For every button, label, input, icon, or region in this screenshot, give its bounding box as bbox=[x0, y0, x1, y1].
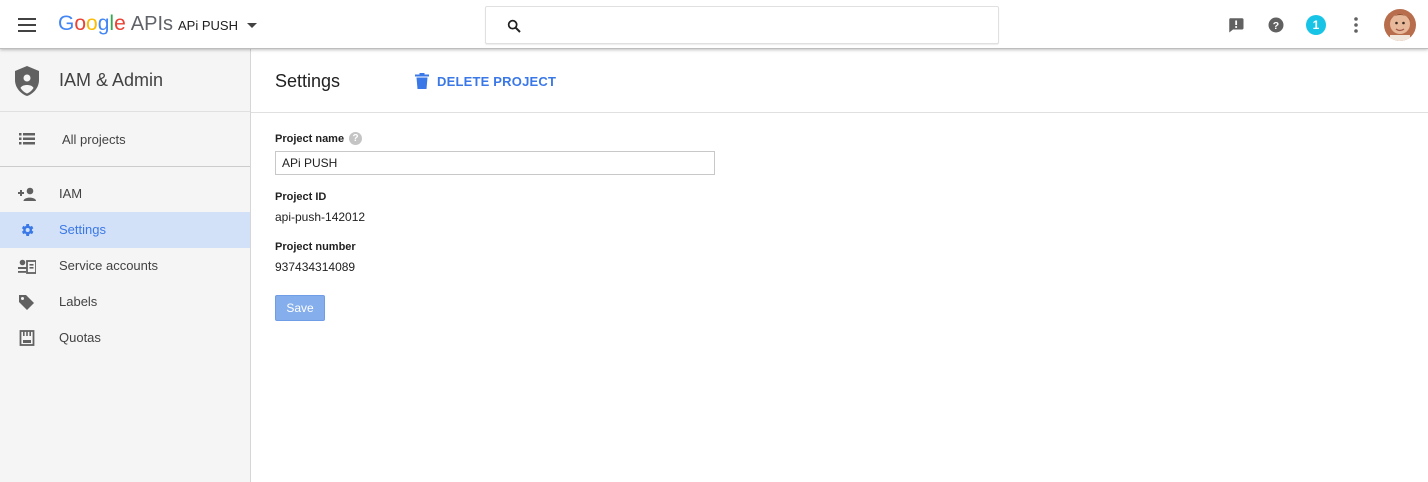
project-id-label: Project ID bbox=[275, 191, 327, 203]
project-selector[interactable]: APi PUSH bbox=[178, 14, 257, 36]
sidebar-item-settings[interactable]: Settings bbox=[0, 212, 250, 248]
quota-icon bbox=[19, 330, 35, 346]
search-box[interactable] bbox=[485, 6, 999, 44]
page-title: Settings bbox=[275, 71, 341, 91]
sidebar-item-label: Settings bbox=[59, 222, 106, 237]
project-id-value: api-push-142012 bbox=[275, 210, 366, 224]
sidebar: IAM & Admin All projects IAM Settings Se… bbox=[0, 49, 251, 482]
feedback-icon[interactable] bbox=[1225, 14, 1247, 36]
sidebar-item-labels[interactable]: Labels bbox=[0, 284, 250, 320]
search-input[interactable] bbox=[532, 15, 972, 37]
label-icon bbox=[19, 295, 34, 310]
save-button[interactable]: Save bbox=[275, 295, 325, 321]
delete-project-button[interactable]: DELETE PROJECT bbox=[415, 71, 556, 91]
sidebar-item-label: Service accounts bbox=[59, 258, 158, 273]
sidebar-item-all-projects[interactable]: All projects bbox=[0, 113, 250, 167]
sidebar-item-label: IAM bbox=[59, 186, 83, 201]
sidebar-item-quotas[interactable]: Quotas bbox=[0, 320, 250, 356]
project-name-label: Project name bbox=[275, 133, 345, 145]
service-account-icon bbox=[18, 259, 36, 274]
menu-icon[interactable] bbox=[16, 14, 38, 36]
trash-icon bbox=[415, 73, 429, 89]
sidebar-item-label: All projects bbox=[62, 132, 126, 147]
help-icon[interactable]: ? bbox=[349, 132, 362, 145]
project-number-value: 937434314089 bbox=[275, 260, 356, 274]
sidebar-item-label: Labels bbox=[59, 294, 98, 309]
gear-icon bbox=[21, 224, 34, 236]
delete-project-label: DELETE PROJECT bbox=[437, 73, 557, 89]
help-icon[interactable]: ? bbox=[1265, 14, 1287, 36]
apis-logo-text: APIs bbox=[130, 13, 174, 35]
more-vert-icon[interactable] bbox=[1345, 14, 1367, 36]
sidebar-item-label: Quotas bbox=[59, 330, 101, 345]
svg-text:?: ? bbox=[1273, 20, 1279, 32]
search-icon bbox=[507, 19, 521, 33]
top-bar: Google APIs APi PUSH ? 1 bbox=[0, 0, 1428, 49]
sidebar-header: IAM & Admin bbox=[0, 49, 250, 112]
page-header: Settings DELETE PROJECT bbox=[251, 49, 1428, 113]
notification-badge[interactable]: 1 bbox=[1306, 15, 1326, 35]
project-name-field[interactable] bbox=[275, 151, 715, 175]
person-add-icon bbox=[18, 187, 36, 201]
avatar[interactable] bbox=[1384, 9, 1416, 41]
list-icon bbox=[19, 133, 35, 145]
chevron-down-icon bbox=[246, 22, 257, 28]
project-selector-label: APi PUSH bbox=[178, 17, 238, 33]
sidebar-title: IAM & Admin bbox=[59, 70, 164, 90]
sidebar-item-service-accounts[interactable]: Service accounts bbox=[0, 248, 250, 284]
google-logo-text: Google bbox=[58, 12, 126, 35]
sidebar-item-iam[interactable]: IAM bbox=[0, 176, 250, 212]
google-apis-logo[interactable]: Google APIs bbox=[58, 12, 173, 38]
shield-icon bbox=[15, 66, 39, 96]
project-number-label: Project number bbox=[275, 241, 356, 253]
main-content: Settings DELETE PROJECT Project name ? P… bbox=[251, 49, 1428, 482]
